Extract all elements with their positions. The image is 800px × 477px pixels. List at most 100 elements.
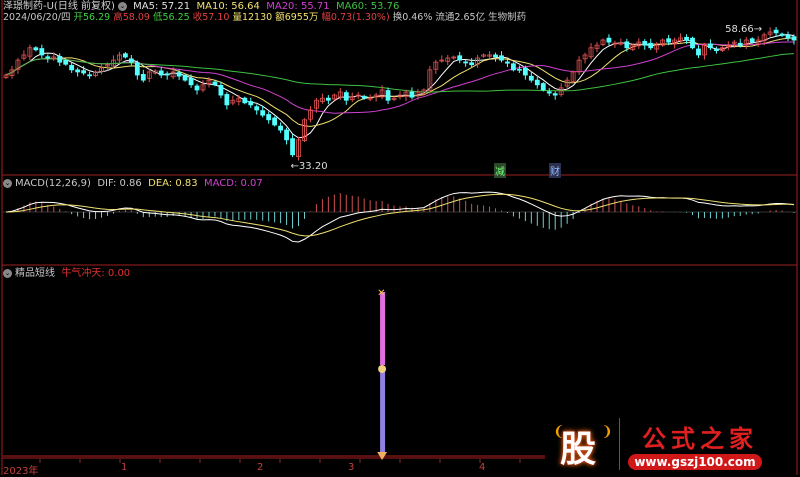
horn-right-icon: ❩ bbox=[601, 424, 613, 440]
macd-header: ⌄ MACD(12,26,9) DIF: 0.86 DEA: 0.83 MACD:… bbox=[3, 178, 263, 190]
ma10-line bbox=[5, 37, 795, 127]
candle-down bbox=[33, 47, 39, 51]
ma-lines bbox=[5, 34, 795, 139]
candle-down bbox=[606, 37, 612, 43]
logo-url[interactable]: www.gszj100.com bbox=[628, 454, 762, 470]
candle-down bbox=[57, 55, 63, 63]
candle-down bbox=[499, 55, 504, 61]
candle-down bbox=[87, 74, 92, 77]
candle-down bbox=[463, 61, 469, 64]
candle-down bbox=[690, 37, 695, 49]
candle-down bbox=[516, 68, 522, 71]
candle-down bbox=[242, 97, 248, 104]
logo-mark: 股 bbox=[560, 429, 597, 470]
signal-badge-1[interactable]: 减 bbox=[494, 163, 506, 178]
axis-label-month: 4 bbox=[479, 462, 486, 473]
candle-down bbox=[785, 34, 791, 39]
candle-down bbox=[39, 48, 45, 56]
candle-down bbox=[224, 94, 230, 106]
signal-bar-bottom bbox=[380, 372, 386, 452]
candle-down bbox=[648, 42, 654, 49]
macd-panel bbox=[2, 191, 797, 243]
high-price-label: 58.66 bbox=[725, 24, 754, 35]
candle-down bbox=[666, 38, 672, 43]
candle-down bbox=[212, 81, 218, 86]
candle-down bbox=[534, 79, 540, 86]
panel-frame bbox=[1, 0, 798, 475]
candle-down bbox=[248, 101, 254, 106]
candle-down bbox=[642, 41, 648, 46]
dif-line bbox=[5, 191, 795, 243]
candle-down bbox=[284, 129, 289, 141]
ma20-line bbox=[5, 41, 794, 114]
candle-down bbox=[140, 73, 146, 81]
candle-down bbox=[254, 106, 260, 111]
axis-bar bbox=[2, 455, 545, 458]
dea-line bbox=[5, 193, 795, 237]
candle-down bbox=[469, 62, 475, 66]
candle-down bbox=[176, 72, 182, 77]
axis-label-month: 3 bbox=[348, 462, 355, 473]
candle-down bbox=[493, 54, 498, 58]
candle-down bbox=[218, 85, 224, 96]
candle-down bbox=[552, 93, 558, 96]
candle-down bbox=[194, 85, 200, 91]
horn-left-icon: ❨ bbox=[553, 424, 565, 440]
candle-down bbox=[624, 41, 630, 49]
signal-badge-2[interactable]: 财 bbox=[549, 163, 561, 178]
low-price-marker: ←33.20 bbox=[290, 161, 328, 172]
indicator-header: ⌄ 精品短线 牛气冲天: 0.00 bbox=[3, 268, 130, 280]
low-price-label: 33.20 bbox=[298, 161, 328, 172]
candle-down bbox=[773, 29, 779, 34]
candle-down bbox=[540, 83, 546, 91]
candle-down bbox=[266, 114, 272, 121]
candle-down bbox=[343, 92, 349, 101]
candle-down bbox=[69, 65, 75, 71]
candle-down bbox=[522, 67, 528, 76]
candle-down bbox=[457, 55, 463, 61]
candle-down bbox=[528, 75, 534, 81]
candle-down bbox=[75, 69, 81, 73]
axis-label-month: 2 bbox=[257, 462, 264, 473]
candle-down bbox=[81, 70, 87, 74]
indicator-value: 牛气冲天: 0.00 bbox=[61, 268, 131, 279]
candle-down bbox=[696, 48, 701, 56]
dropdown-icon[interactable]: ⌄ bbox=[3, 178, 12, 188]
candle-down bbox=[361, 95, 367, 99]
candle-down bbox=[791, 36, 797, 41]
ma60-line bbox=[5, 53, 795, 93]
candle-down bbox=[158, 70, 164, 76]
chart-canvas[interactable]: ✕ bbox=[0, 0, 800, 475]
butterfly-icon: ✕ bbox=[377, 288, 385, 299]
candle-down bbox=[749, 38, 755, 43]
candle-down bbox=[546, 91, 552, 94]
candle-down bbox=[325, 97, 331, 101]
candle-down bbox=[505, 61, 510, 64]
candle-down bbox=[290, 138, 295, 156]
candle-down bbox=[182, 75, 188, 81]
logo-divider bbox=[619, 418, 620, 470]
candle-down bbox=[409, 91, 415, 98]
candle-down bbox=[385, 90, 391, 101]
logo-name: 公式之家 bbox=[642, 424, 758, 453]
candle-down bbox=[63, 59, 69, 65]
candle-down bbox=[511, 63, 516, 71]
dif-value: DIF: 0.86 bbox=[97, 178, 142, 189]
candle-down bbox=[684, 36, 689, 41]
indicator-title: 精品短线 bbox=[15, 268, 55, 279]
candle-down bbox=[278, 125, 284, 131]
signal-bar-top bbox=[380, 292, 386, 365]
axis-label-month: 1 bbox=[121, 462, 128, 473]
candle-down bbox=[708, 43, 713, 49]
candle-down bbox=[164, 73, 170, 76]
candle-down bbox=[713, 49, 719, 51]
indicator-panel: ✕ bbox=[377, 288, 388, 460]
candle-down bbox=[779, 33, 785, 36]
coin-icon bbox=[378, 365, 387, 373]
macd-title: MACD(12,26,9) bbox=[15, 178, 91, 189]
candle-down bbox=[122, 53, 128, 58]
macd-value: MACD: 0.07 bbox=[203, 178, 263, 189]
candle-down bbox=[188, 77, 194, 86]
dropdown-icon[interactable]: ⌄ bbox=[3, 268, 12, 278]
dea-value: DEA: 0.83 bbox=[148, 178, 198, 189]
